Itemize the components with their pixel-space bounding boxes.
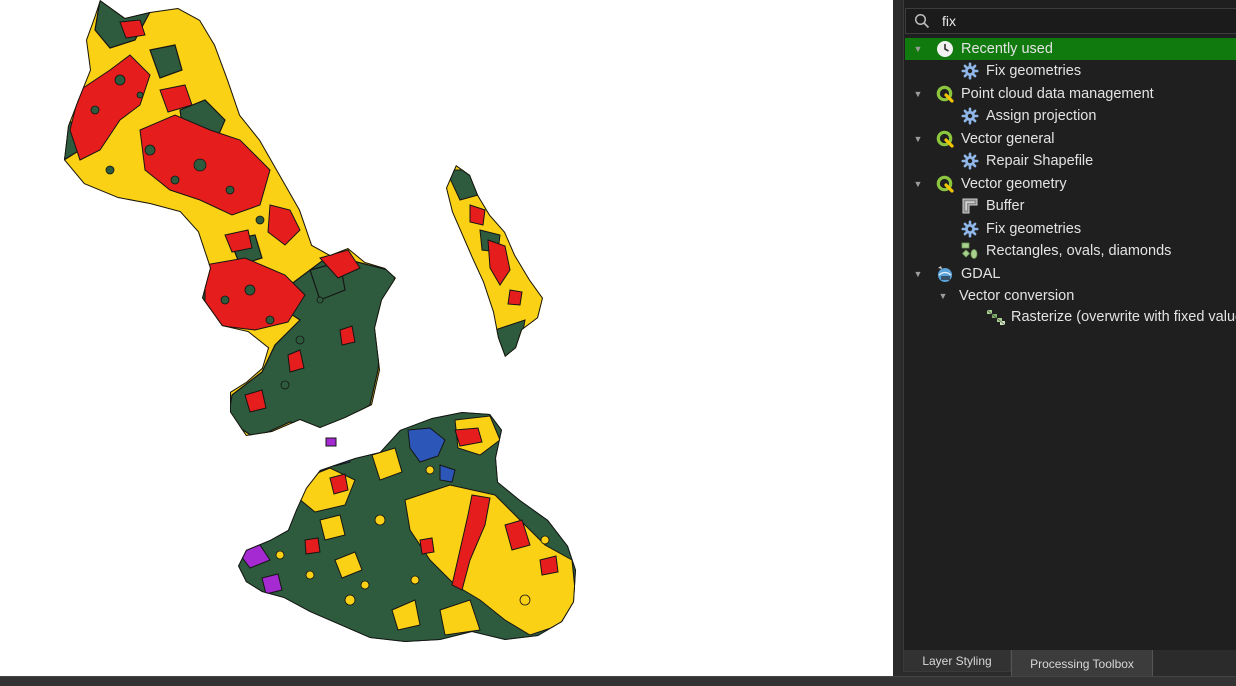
clock-icon [936, 40, 954, 58]
tree-item-fix-geometries[interactable]: Fix geometries [905, 60, 1236, 82]
search-icon [914, 13, 930, 34]
tree-item-label: Fix geometries [986, 221, 1082, 237]
tree-item-fix-geometries-2[interactable]: Fix geometries [905, 218, 1236, 240]
tab-layer-styling[interactable]: Layer Styling [903, 650, 1011, 672]
tree-item-label: Assign projection [986, 108, 1097, 124]
tree-item-rectangles-ovals-diamonds[interactable]: Rectangles, ovals, diamonds [905, 240, 1236, 262]
tree-item-label: Vector general [961, 131, 1055, 147]
tree-group-vector-general[interactable]: ▼ Vector general [905, 128, 1236, 150]
algorithm-tree: ▼ Recently used Fix geometries ▼ Point c… [904, 38, 1236, 650]
expand-arrow-icon[interactable]: ▼ [913, 128, 923, 150]
expand-arrow-icon[interactable]: ▼ [913, 38, 923, 60]
tree-item-label: Recently used [961, 41, 1053, 57]
search-box[interactable] [905, 8, 1236, 34]
gdal-icon [936, 265, 954, 283]
processing-toolbox-panel: ▼ Recently used Fix geometries ▼ Point c… [893, 0, 1236, 678]
tab-processing-toolbox[interactable]: Processing Toolbox [1011, 650, 1153, 678]
rasterize-icon [986, 308, 1006, 326]
tree-item-rasterize[interactable]: Rasterize (overwrite with fixed value) [905, 306, 1236, 328]
tree-group-vector-conversion[interactable]: ▼ Vector conversion [905, 285, 1236, 307]
qgis-icon [936, 130, 954, 148]
gear-icon [961, 152, 979, 170]
toolbox-content: ▼ Recently used Fix geometries ▼ Point c… [903, 0, 1236, 676]
tree-item-buffer[interactable]: Buffer [905, 195, 1236, 217]
buffer-icon [961, 197, 979, 215]
tree-group-vector-geometry[interactable]: ▼ Vector geometry [905, 173, 1236, 195]
tree-item-label: Repair Shapefile [986, 153, 1094, 169]
tree-item-label: Buffer [986, 198, 1025, 214]
gear-icon [961, 220, 979, 238]
tree-item-label: Fix geometries [986, 63, 1082, 79]
qgis-icon [936, 85, 954, 103]
tree-item-repair-shapefile[interactable]: Repair Shapefile [905, 150, 1236, 172]
expand-arrow-icon[interactable]: ▼ [913, 263, 923, 285]
tree-item-assign-projection[interactable]: Assign projection [905, 105, 1236, 127]
gear-icon [961, 107, 979, 125]
tree-item-label: Rasterize (overwrite with fixed value) [1011, 309, 1236, 325]
expand-arrow-icon[interactable]: ▼ [938, 285, 948, 307]
tree-item-label: Rectangles, ovals, diamonds [986, 243, 1172, 259]
expand-arrow-icon[interactable]: ▼ [913, 173, 923, 195]
tree-group-point-cloud[interactable]: ▼ Point cloud data management [905, 83, 1236, 105]
search-input[interactable] [942, 12, 1222, 30]
qgis-icon [936, 175, 954, 193]
dock-tabs: Layer Styling Processing Toolbox [903, 650, 1236, 678]
map-canvas[interactable] [0, 0, 893, 676]
map-layer [64, 0, 576, 642]
expand-arrow-icon[interactable]: ▼ [913, 83, 923, 105]
tree-item-label: Point cloud data management [961, 86, 1154, 102]
tree-group-recently-used[interactable]: ▼ Recently used [905, 38, 1236, 60]
shapes-icon [961, 242, 979, 260]
gear-icon [961, 62, 979, 80]
tree-item-label: Vector geometry [961, 176, 1067, 192]
tree-item-label: GDAL [961, 266, 1001, 282]
tree-item-label: Vector conversion [959, 288, 1075, 304]
tree-group-gdal[interactable]: ▼ GDAL [905, 263, 1236, 285]
